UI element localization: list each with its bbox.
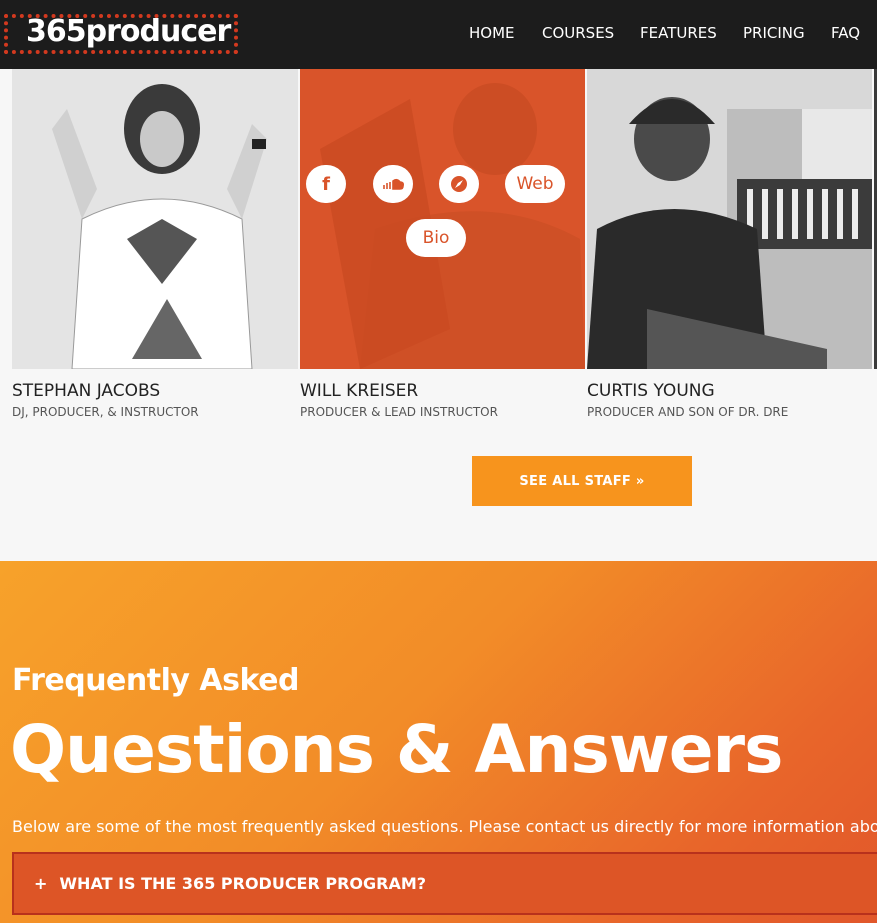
expand-plus-icon: + bbox=[34, 874, 48, 893]
faq-description: Below are some of the most frequently as… bbox=[12, 817, 877, 836]
staff-photo-stephan-jacobs[interactable] bbox=[12, 69, 298, 369]
staff-role: PRODUCER AND SON OF DR. DRE bbox=[587, 405, 789, 419]
faq-subtitle: Frequently Asked bbox=[12, 663, 299, 698]
faq-question-item[interactable]: + WHAT IS THE 365 PRODUCER PROGRAM? bbox=[12, 852, 877, 915]
staff-name: STEPHAN JACOBS bbox=[12, 381, 161, 401]
facebook-icon[interactable]: f bbox=[306, 165, 346, 203]
bio-button[interactable]: Bio bbox=[406, 219, 466, 257]
staff-role: DJ, PRODUCER, & INSTRUCTOR bbox=[12, 405, 199, 419]
web-button[interactable]: Web bbox=[505, 165, 565, 203]
nav-pricing[interactable]: PRICING bbox=[743, 24, 805, 42]
soundcloud-icon[interactable] bbox=[373, 165, 413, 203]
faq-section: Frequently Asked Questions & Answers Bel… bbox=[0, 561, 877, 923]
main-nav: HOME COURSES FEATURES PRICING FAQ bbox=[0, 24, 877, 46]
staff-photo-will-kreiser[interactable]: f Web Bio bbox=[300, 69, 585, 369]
person-photo-icon bbox=[587, 69, 872, 369]
staff-name: WILL KREISER bbox=[300, 381, 419, 401]
staff-role: PRODUCER & LEAD INSTRUCTOR bbox=[300, 405, 498, 419]
nav-features[interactable]: FEATURES bbox=[640, 24, 717, 42]
website-compass-icon[interactable] bbox=[439, 165, 479, 203]
faq-question-text: WHAT IS THE 365 PRODUCER PROGRAM? bbox=[59, 874, 427, 893]
facebook-glyph: f bbox=[322, 173, 330, 195]
faq-title: Questions & Answers bbox=[10, 711, 783, 788]
nav-home[interactable]: HOME bbox=[469, 24, 515, 42]
staff-photo-curtis-young[interactable] bbox=[587, 69, 872, 369]
staff-name: CURTIS YOUNG bbox=[587, 381, 715, 401]
nav-courses[interactable]: COURSES bbox=[542, 24, 614, 42]
compass-glyph-icon bbox=[451, 176, 467, 192]
site-header: 365producer HOME COURSES FEATURES PRICIN… bbox=[0, 0, 877, 69]
see-all-staff-button[interactable]: SEE ALL STAFF » bbox=[472, 456, 692, 506]
person-photo-icon bbox=[12, 69, 298, 369]
nav-faq[interactable]: FAQ bbox=[831, 24, 860, 42]
soundcloud-glyph-icon bbox=[383, 178, 404, 190]
